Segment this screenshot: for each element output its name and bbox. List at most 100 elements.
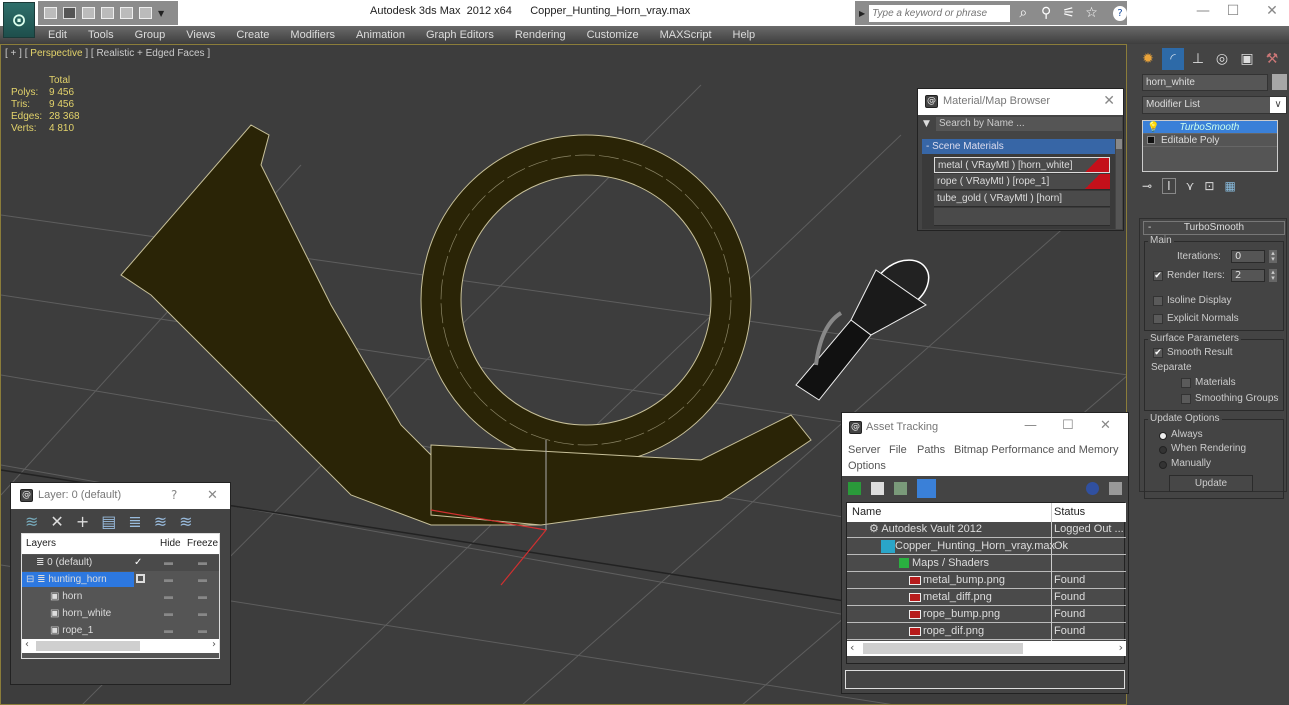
material-browser-close-icon[interactable]: ✕ xyxy=(1103,93,1115,109)
delete-layer-icon[interactable]: ✕ xyxy=(50,512,63,531)
display-tab-icon[interactable]: ▣ xyxy=(1236,48,1258,70)
save-file-icon[interactable] xyxy=(63,7,76,19)
asset-row[interactable]: metal_diff.png Found xyxy=(847,590,1126,606)
new-layer-icon[interactable]: ≋ xyxy=(25,512,38,531)
column-divider[interactable] xyxy=(1051,503,1052,643)
modify-tab-icon[interactable]: ◜ xyxy=(1162,48,1184,70)
menu-paths[interactable]: Paths xyxy=(917,444,945,456)
binoculars-icon[interactable]: ⌕ xyxy=(1014,5,1033,21)
material-browser-scrollbar[interactable] xyxy=(1116,139,1122,229)
select-objects-icon[interactable]: ▤ xyxy=(101,512,116,531)
hide-all-icon[interactable]: ≋ xyxy=(154,512,167,531)
hold-icon[interactable] xyxy=(101,7,114,19)
close-button[interactable]: ✕ xyxy=(207,488,218,503)
asset-row[interactable]: ⚙ Autodesk Vault 2012 Logged Out ... xyxy=(847,522,1126,538)
help-icon[interactable]: ? xyxy=(1112,5,1128,21)
create-tab-icon[interactable]: ✹ xyxy=(1137,48,1159,70)
customize-dropdown-icon[interactable]: ▼ xyxy=(158,9,164,18)
help-button[interactable]: ? xyxy=(171,488,177,502)
viewport-view-name[interactable]: Perspective xyxy=(30,48,82,59)
stack-item-turbosmooth[interactable]: 💡 TurboSmooth xyxy=(1143,121,1277,134)
when-rendering-radio[interactable] xyxy=(1159,446,1167,454)
table-view-icon[interactable] xyxy=(917,479,936,498)
menu-server[interactable]: Server xyxy=(848,444,880,456)
asset-row[interactable]: rope_dif.png Found xyxy=(847,624,1126,640)
menu-tools[interactable]: Tools xyxy=(88,29,114,41)
manually-radio[interactable] xyxy=(1159,461,1167,469)
fetch-icon[interactable] xyxy=(139,7,152,19)
material-item[interactable]: rope ( VRayMtl ) [rope_1] xyxy=(934,174,1110,190)
column-layers[interactable]: Layers xyxy=(26,538,56,549)
column-hide[interactable]: Hide xyxy=(160,538,181,549)
render-iters-spinner[interactable]: 2 xyxy=(1231,269,1265,282)
maximize-button[interactable]: ☐ xyxy=(1218,3,1248,21)
menu-group[interactable]: Group xyxy=(135,29,166,41)
expand-arrow-icon[interactable]: ▶ xyxy=(859,9,865,18)
hierarchy-tab-icon[interactable]: ⊥ xyxy=(1187,48,1209,70)
favorites-star-icon[interactable]: ☆ xyxy=(1082,5,1101,21)
spinner-arrows-icon[interactable]: ▴ ▾ xyxy=(1269,250,1277,263)
menu-modifiers[interactable]: Modifiers xyxy=(290,29,335,41)
spinner-arrows-icon[interactable]: ▴ ▾ xyxy=(1269,269,1277,282)
asset-row[interactable]: Maps / Shaders xyxy=(847,556,1126,572)
satellite-icon[interactable]: ⚟ xyxy=(1059,5,1078,21)
object-color-swatch[interactable] xyxy=(1272,74,1287,90)
viewport-shading-mode[interactable]: ] [ Realistic + Edged Faces ] xyxy=(83,48,210,59)
app-menu-button[interactable]: ⊙ xyxy=(3,2,35,38)
menu-maxscript[interactable]: MAXScript xyxy=(660,29,712,41)
make-unique-icon[interactable]: ⋎ xyxy=(1186,179,1195,193)
isoline-display-checkbox[interactable] xyxy=(1153,296,1163,306)
menu-create[interactable]: Create xyxy=(236,29,269,41)
menu-file[interactable]: File xyxy=(889,444,907,456)
asset-row[interactable]: rope_bump.png Found xyxy=(847,607,1126,623)
column-name[interactable]: Name xyxy=(852,506,881,518)
turbosmooth-rollout-header[interactable]: - TurboSmooth xyxy=(1143,221,1285,235)
remove-modifier-icon[interactable]: ⊡ xyxy=(1204,179,1214,193)
iterations-spinner[interactable]: 0 xyxy=(1231,250,1265,263)
material-browser-titlebar[interactable]: @ Material/Map Browser ✕ xyxy=(918,89,1123,115)
pin-stack-icon[interactable]: ⊸ xyxy=(1142,179,1152,193)
minimize-button[interactable]: — xyxy=(1188,3,1218,21)
close-button[interactable]: ✕ xyxy=(1257,3,1287,21)
scene-materials-header[interactable]: - Scene Materials xyxy=(922,139,1115,154)
material-item[interactable]: metal ( VRayMtl ) [horn_white] xyxy=(934,157,1110,173)
freeze-all-icon[interactable]: ≋ xyxy=(179,512,192,531)
asset-row[interactable]: metal_bump.png Found xyxy=(847,573,1126,589)
menu-rendering[interactable]: Rendering xyxy=(515,29,566,41)
asset-row[interactable]: Copper_Hunting_Horn_vray.max Ok xyxy=(847,539,1126,555)
separate-smoothing-groups-checkbox[interactable] xyxy=(1181,394,1191,404)
close-button[interactable]: ✕ xyxy=(1100,418,1111,433)
configure-sets-icon[interactable]: ▦ xyxy=(1224,179,1235,193)
modifier-list-dropdown[interactable]: Modifier List ∨ xyxy=(1142,96,1287,114)
object-name-field[interactable]: horn_white xyxy=(1142,74,1268,91)
menu-graph-editors[interactable]: Graph Editors xyxy=(426,29,494,41)
menu-help[interactable]: Help xyxy=(733,29,756,41)
viewport-label[interactable]: [ + ] [ Perspective ] [ Realistic + Edge… xyxy=(5,48,210,59)
set-current-layer-icon[interactable] xyxy=(136,574,145,583)
render-iters-checkbox[interactable]: ✔ xyxy=(1153,271,1163,281)
maximize-button[interactable]: ☐ xyxy=(1062,418,1074,433)
separate-materials-checkbox[interactable] xyxy=(1181,378,1191,388)
motion-tab-icon[interactable]: ◎ xyxy=(1211,48,1233,70)
thumbnail-view-icon[interactable] xyxy=(894,482,907,495)
open-file-icon[interactable] xyxy=(44,7,57,19)
menu-customize[interactable]: Customize xyxy=(587,29,639,41)
explicit-normals-checkbox[interactable] xyxy=(1153,314,1163,324)
filter-dropdown-icon[interactable]: ▼ xyxy=(923,119,930,129)
layer-row[interactable]: ≣ 0 (default) ✓ ▬ ▬ xyxy=(22,555,219,571)
help-question-icon[interactable] xyxy=(1086,482,1099,495)
menu-edit[interactable]: Edit xyxy=(48,29,67,41)
object-row[interactable]: ▣ horn ▬ ▬ xyxy=(22,589,219,605)
column-freeze[interactable]: Freeze xyxy=(187,538,218,549)
object-row[interactable]: ▣ horn_white ▬ ▬ xyxy=(22,606,219,622)
keyword-search-input[interactable] xyxy=(869,4,1010,22)
key-icon[interactable]: ⚲ xyxy=(1037,5,1056,21)
smooth-result-checkbox[interactable]: ✔ xyxy=(1153,348,1163,358)
menu-options[interactable]: Options xyxy=(848,460,886,472)
menu-views[interactable]: Views xyxy=(186,29,215,41)
add-to-layer-icon[interactable]: + xyxy=(76,512,89,531)
highlight-layer-icon[interactable]: ≣ xyxy=(128,512,141,531)
menu-animation[interactable]: Animation xyxy=(356,29,405,41)
minimize-button[interactable]: — xyxy=(1024,418,1037,433)
asset-horizontal-scrollbar[interactable]: ‹ › xyxy=(847,641,1126,656)
